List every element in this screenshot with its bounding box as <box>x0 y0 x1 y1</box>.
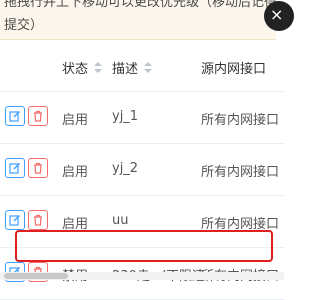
scrollbar-thumb[interactable] <box>4 273 68 279</box>
row-description: uu <box>112 213 129 228</box>
sort-icon[interactable] <box>144 62 153 74</box>
trash-icon <box>34 214 42 226</box>
row-status: 启用 <box>62 113 89 128</box>
table-row[interactable]: 启用 yj_1 所有内网接口 <box>0 92 284 144</box>
table-row[interactable]: 启用 yj_2 所有内网接口 <box>0 144 284 196</box>
edit-button[interactable] <box>5 210 25 230</box>
row-status: 启用 <box>62 165 89 180</box>
column-status-label: 状态 <box>62 62 89 77</box>
column-interface-header: 源内网接口 <box>201 58 266 77</box>
edit-button[interactable] <box>5 106 25 126</box>
delete-button[interactable] <box>28 106 48 126</box>
rules-table: 状态 描述 源内网接口 启用 yj_1 所有内网接口 启用 yj_2 所有内网接… <box>0 41 284 300</box>
table-row[interactable]: 启用 uu 所有内网接口 <box>0 196 284 248</box>
edit-icon <box>9 215 20 226</box>
column-description-label: 描述 <box>112 62 139 77</box>
row-description: yj_2 <box>112 161 139 176</box>
edit-icon <box>9 163 20 174</box>
edit-icon <box>9 111 20 122</box>
row-description: yj_1 <box>112 109 139 124</box>
row-status: 启用 <box>62 217 89 232</box>
row-interface: 所有内网接口 <box>201 113 280 128</box>
trash-icon <box>34 110 42 122</box>
trash-icon <box>34 162 42 174</box>
delete-button[interactable] <box>28 210 48 230</box>
column-interface-label: 源内网接口 <box>201 62 267 77</box>
delete-button[interactable] <box>28 158 48 178</box>
priority-notice: 拖拽行并上下移动可以更改优先级（移动后记得 提交） <box>0 0 276 40</box>
horizontal-scrollbar[interactable] <box>0 272 284 280</box>
close-button[interactable]: × <box>264 1 294 31</box>
column-status-header[interactable]: 状态 <box>62 58 103 77</box>
close-icon: × <box>270 5 284 24</box>
edit-button[interactable] <box>5 158 25 178</box>
column-description-header[interactable]: 描述 <box>112 58 153 77</box>
notice-line-1: 拖拽行并上下移动可以更改优先级（移动后记得 <box>4 0 276 10</box>
row-interface: 所有内网接口 <box>201 217 280 232</box>
table-header: 状态 描述 源内网接口 <box>0 41 284 92</box>
sort-icon[interactable] <box>94 62 103 74</box>
row-interface: 所有内网接口 <box>201 165 280 180</box>
notice-line-2: 提交） <box>4 18 44 33</box>
